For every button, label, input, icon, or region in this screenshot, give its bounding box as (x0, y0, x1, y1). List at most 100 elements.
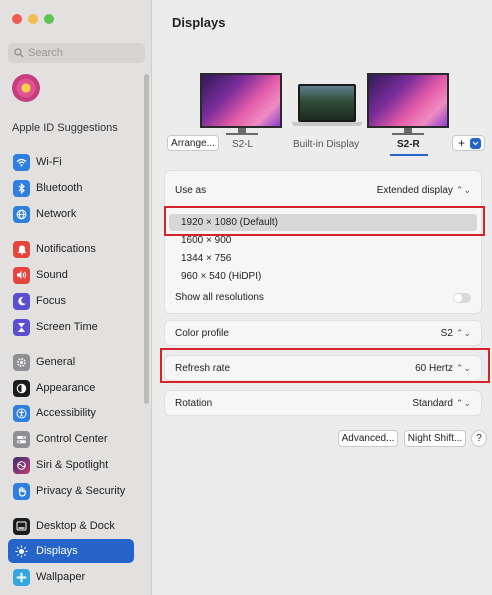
monitor-stand (392, 133, 424, 135)
color-profile-row[interactable]: Color profile S2 ⌃⌄ (175, 328, 471, 339)
show-all-resolutions-label: Show all resolutions (175, 292, 264, 303)
sidebar-item-screen-time[interactable]: Screen Time (8, 315, 134, 339)
night-shift-button[interactable]: Night Shift... (404, 430, 466, 447)
sidebar-item-wallpaper[interactable]: Wallpaper (8, 565, 134, 589)
display-label-s2-r[interactable]: S2-R (397, 139, 420, 150)
rotation-panel: Rotation Standard ⌃⌄ (164, 390, 482, 416)
accessibility-icon (13, 404, 30, 422)
arrange-button[interactable]: Arrange... (167, 135, 219, 151)
minimize-button[interactable] (28, 14, 38, 24)
use-as-row[interactable]: Use as Extended display ⌃⌄ (175, 185, 471, 196)
apple-id-suggestions[interactable]: Apple ID Suggestions (12, 122, 118, 134)
sidebar-item-label: Focus (36, 295, 66, 307)
sidebar-item-label: Appearance (36, 382, 96, 394)
add-label: + (458, 136, 466, 150)
display-label-s2-l[interactable]: S2-L (232, 139, 253, 150)
appearance-icon (13, 379, 30, 397)
bell-icon (13, 240, 30, 258)
sidebar-item-bluetooth[interactable]: Bluetooth (8, 176, 134, 200)
sidebar-item-label: Control Center (36, 433, 108, 445)
avatar[interactable] (12, 74, 40, 102)
rotation-row[interactable]: Rotation Standard ⌃⌄ (175, 398, 471, 409)
chevron-down-icon (470, 138, 481, 149)
sidebar-item-appearance[interactable]: Appearance (8, 376, 134, 400)
close-button[interactable] (12, 14, 22, 24)
main-pane: Displays Arrange... S2-L Built-in Displa… (152, 0, 492, 595)
sidebar: Search Apple ID Suggestions Wi-Fi Blueto… (0, 0, 152, 595)
gear-icon (13, 353, 30, 371)
sidebar-item-general[interactable]: General (8, 350, 134, 374)
display-label-built-in[interactable]: Built-in Display (293, 139, 359, 150)
sidebar-item-label: Displays (36, 545, 78, 557)
sidebar-item-label: Screen Time (36, 321, 98, 333)
hand-icon (13, 482, 30, 500)
hourglass-icon (13, 318, 30, 336)
sidebar-item-siri-spotlight[interactable]: Siri & Spotlight (8, 453, 134, 477)
laptop-screen[interactable] (298, 84, 356, 122)
rotation-label: Rotation (175, 398, 213, 409)
bluetooth-icon (13, 179, 30, 197)
advanced-button[interactable]: Advanced... (338, 430, 398, 447)
sidebar-item-control-center[interactable]: Control Center (8, 427, 134, 451)
sidebar-item-displays[interactable]: Displays (8, 539, 134, 563)
sidebar-item-label: Sound (36, 269, 68, 281)
add-display-button[interactable]: + (452, 135, 485, 151)
search-placeholder: Search (28, 47, 63, 59)
selected-display-indicator (390, 154, 428, 156)
speaker-icon (13, 266, 30, 284)
moon-icon (13, 292, 30, 310)
sidebar-item-desktop-dock[interactable]: Desktop & Dock (8, 514, 134, 538)
updown-icon: ⌃⌄ (455, 328, 471, 338)
sidebar-item-label: Desktop & Dock (36, 520, 115, 532)
wallpaper-icon (13, 568, 30, 586)
show-all-resolutions-toggle[interactable] (453, 292, 471, 303)
search-icon (14, 48, 24, 58)
color-profile-value: S2 (440, 328, 453, 339)
sidebar-item-label: Wallpaper (36, 571, 86, 583)
resolution-option[interactable]: 960 × 540 (HiDPI) (169, 268, 477, 285)
sidebar-item-label: General (36, 356, 76, 368)
sidebar-item-label: Wi-Fi (36, 156, 62, 168)
page-title: Displays (172, 15, 226, 30)
use-as-label: Use as (175, 185, 207, 196)
updown-icon: ⌃⌄ (455, 185, 471, 195)
sidebar-item-sound[interactable]: Sound (8, 263, 134, 287)
sidebar-item-wifi[interactable]: Wi-Fi (8, 150, 134, 174)
monitor-s2-l[interactable] (200, 73, 282, 128)
rotation-value: Standard (412, 398, 453, 409)
monitor-stand (226, 133, 258, 135)
highlight-resolution (164, 206, 485, 236)
sidebar-item-notifications[interactable]: Notifications (8, 237, 134, 261)
sidebar-item-label: Network (36, 208, 77, 220)
window-controls (12, 14, 54, 24)
zoom-button[interactable] (44, 14, 54, 24)
highlight-refresh-rate (160, 348, 490, 383)
dock-icon (13, 517, 30, 535)
sidebar-item-accessibility[interactable]: Accessibility (8, 401, 134, 425)
monitor-s2-r[interactable] (367, 73, 449, 128)
help-button[interactable]: ? (471, 430, 487, 447)
updown-icon: ⌃⌄ (455, 398, 471, 408)
sidebar-scrollbar[interactable] (144, 74, 149, 404)
sidebar-item-focus[interactable]: Focus (8, 289, 134, 313)
color-profile-label: Color profile (175, 328, 229, 339)
resolution-option[interactable]: 1344 × 756 (169, 250, 477, 267)
sidebar-item-network[interactable]: Network (8, 202, 134, 226)
sidebar-item-label: Accessibility (36, 407, 96, 419)
globe-icon (13, 205, 30, 223)
sidebar-item-label: Privacy & Security (36, 485, 126, 497)
control-center-icon (13, 430, 30, 448)
sidebar-item-label: Bluetooth (36, 182, 83, 194)
sidebar-item-label: Notifications (36, 243, 96, 255)
search-field[interactable]: Search (8, 43, 145, 63)
color-profile-panel: Color profile S2 ⌃⌄ (164, 320, 482, 346)
resolution-panel: Use as Extended display ⌃⌄ 1920 × 1080 (D… (164, 170, 482, 314)
siri-icon (13, 456, 30, 474)
sidebar-item-label: Siri & Spotlight (36, 459, 109, 471)
sun-icon (13, 543, 30, 560)
sidebar-item-privacy-security[interactable]: Privacy & Security (8, 479, 134, 503)
wifi-icon (13, 153, 30, 171)
laptop-base (292, 122, 362, 126)
use-as-value: Extended display (376, 185, 453, 196)
show-all-resolutions-row: Show all resolutions (175, 292, 471, 303)
